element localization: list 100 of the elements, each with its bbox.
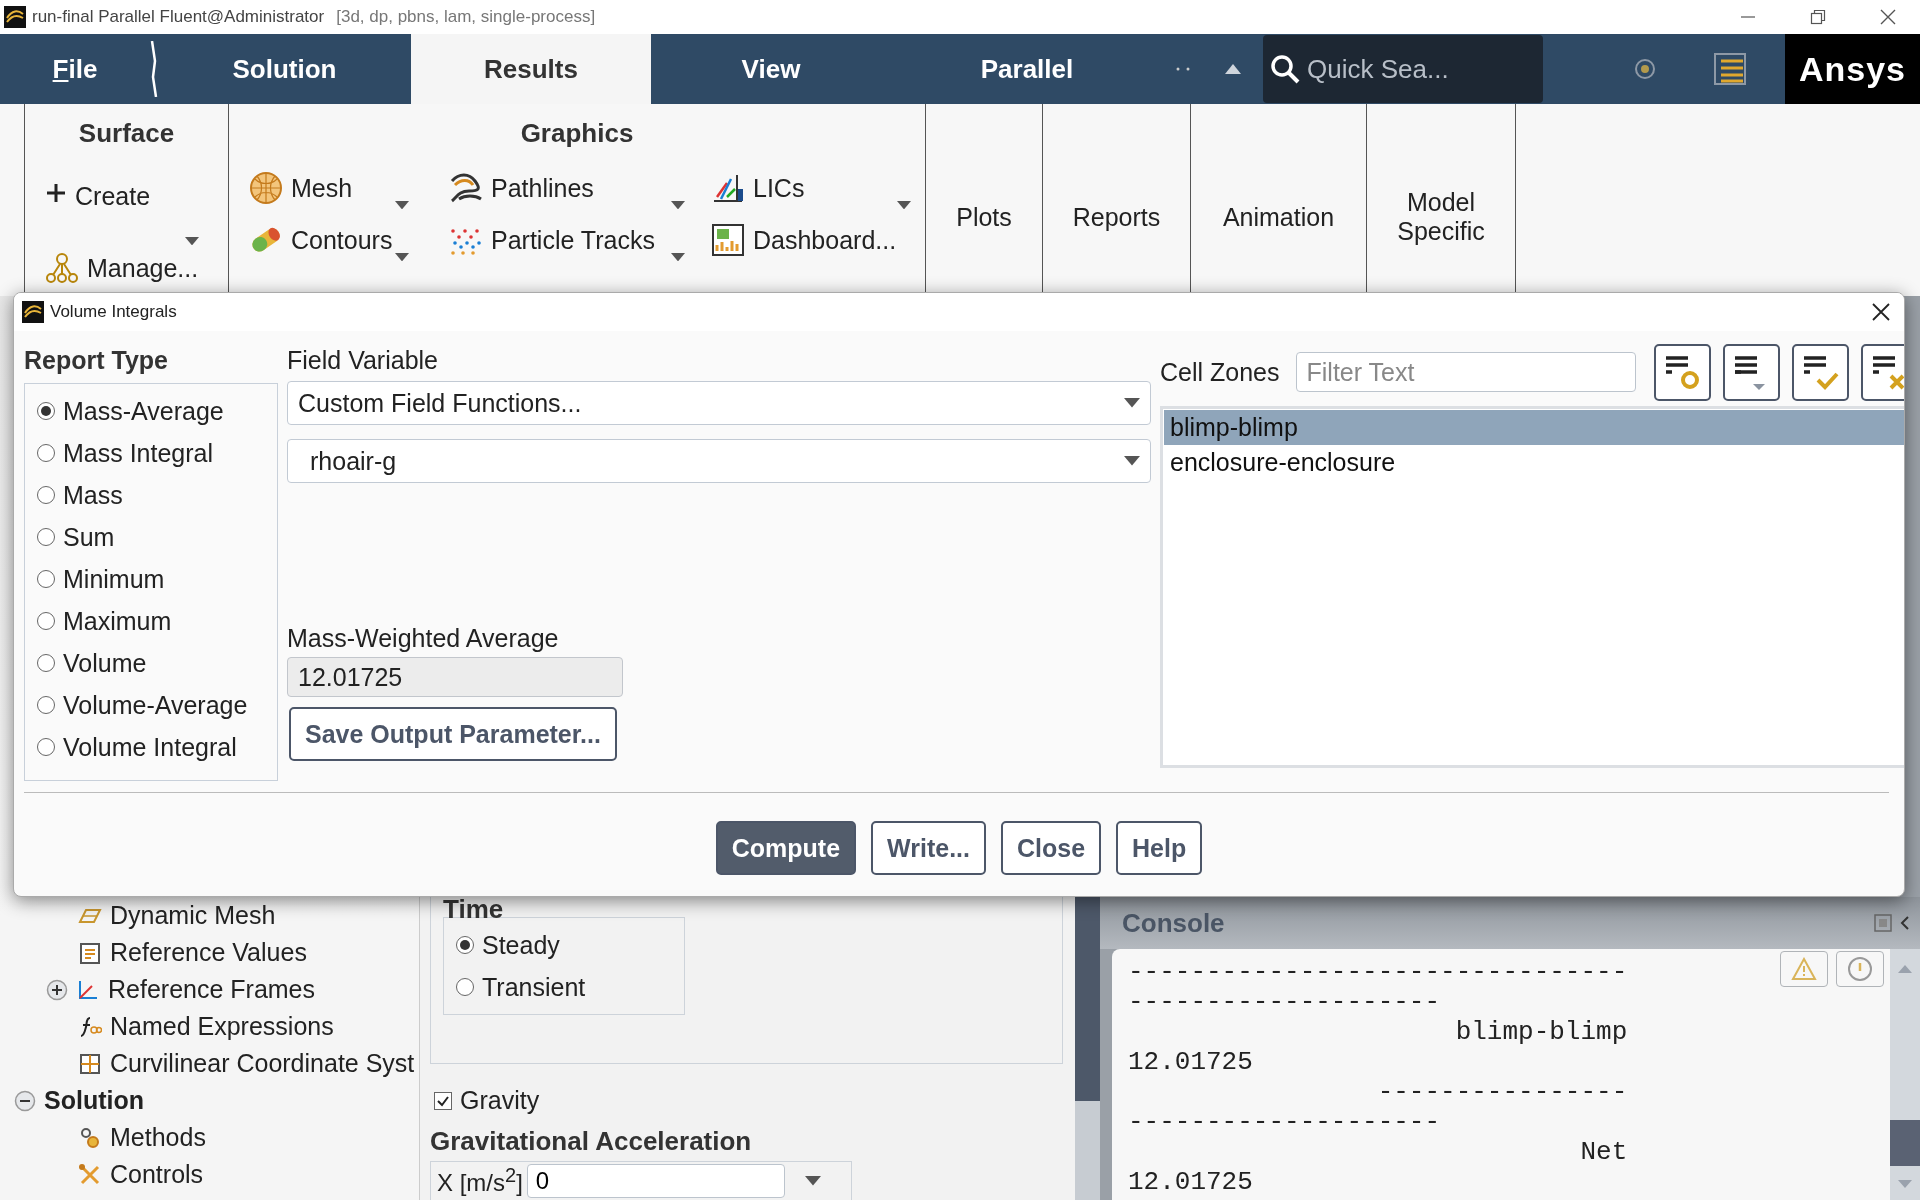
- caret-icon: [1124, 398, 1140, 408]
- collapse-icon[interactable]: [14, 1089, 36, 1112]
- ribbon-button[interactable]: Manage...: [25, 244, 228, 292]
- dialog-button[interactable]: Help: [1116, 821, 1203, 875]
- clipboard-icon: [78, 940, 102, 965]
- radio-icon[interactable]: [456, 978, 474, 996]
- tree-item[interactable]: Solution: [0, 1082, 419, 1119]
- search-icon: [1269, 53, 1301, 85]
- ribbon-tab[interactable]: File: [0, 34, 150, 104]
- tool-button[interactable]: [1653, 343, 1711, 401]
- streamlines-icon: [449, 171, 483, 205]
- ribbon-button[interactable]: Pathlines: [449, 162, 685, 214]
- ribbon-button[interactable]: Dashboard...: [711, 214, 911, 266]
- radio-option[interactable]: Mass: [37, 474, 265, 516]
- window-title: run-final Parallel Fluent@Administrator: [32, 7, 325, 27]
- list-item[interactable]: blimp-blimp: [1164, 410, 1904, 445]
- tree-item[interactable]: Methods: [0, 1119, 419, 1156]
- dialog-button[interactable]: Write...: [871, 821, 986, 875]
- radio-option[interactable]: Volume: [37, 642, 265, 684]
- tree-item[interactable]: Named Expressions: [0, 1008, 419, 1045]
- caret-icon: [804, 1176, 821, 1186]
- console-line: --------------------: [1128, 1107, 1441, 1137]
- checkbox-icon[interactable]: [434, 1091, 452, 1110]
- panel-title: Console: [1122, 907, 1225, 939]
- tool-button[interactable]: [1791, 343, 1849, 401]
- expand-icon[interactable]: [46, 978, 68, 1001]
- radio-option[interactable]: Volume-Average: [37, 684, 265, 726]
- radio-option[interactable]: Minimum: [37, 558, 265, 600]
- tool-button[interactable]: [1860, 343, 1904, 401]
- console-line: --------------------: [1128, 987, 1441, 1017]
- result-field[interactable]: 12.01725: [287, 657, 623, 697]
- console-line: 12.01725: [1128, 1047, 1253, 1077]
- tree-item[interactable]: Reference Frames: [0, 971, 419, 1008]
- dialog-button[interactable]: Close: [1000, 821, 1102, 875]
- gravity-checkbox[interactable]: Gravity: [430, 1078, 1063, 1124]
- gears-icon: [78, 1125, 102, 1150]
- separator-icon: [150, 41, 158, 97]
- field-label: Cell Zones: [1160, 356, 1280, 388]
- radio-option[interactable]: Steady: [456, 924, 672, 966]
- ribbon-button[interactable]: Contours: [249, 214, 409, 266]
- radio-icon[interactable]: [37, 738, 55, 756]
- radio-icon[interactable]: [37, 528, 55, 546]
- ribbon-button[interactable]: Mesh: [249, 162, 409, 214]
- group-title: Graphics: [519, 118, 635, 150]
- filter-field[interactable]: Filter Text: [1295, 352, 1636, 392]
- tree-item[interactable]: Dynamic Mesh: [0, 897, 419, 934]
- console-line: ----------------: [1376, 1077, 1628, 1107]
- plus-icon: [45, 182, 67, 204]
- tree-item[interactable]: Curvilinear Coordinate Syst: [0, 1045, 419, 1082]
- info-icon[interactable]: [1836, 951, 1884, 987]
- radio-icon[interactable]: [37, 486, 55, 504]
- field-label: Field Variable: [287, 344, 439, 376]
- grid-sphere-icon: [249, 171, 283, 205]
- radio-icon[interactable]: [37, 402, 55, 420]
- search-field[interactable]: Quick Sea...: [1263, 35, 1543, 103]
- tree-item[interactable]: Controls: [0, 1156, 419, 1193]
- list-item[interactable]: enclosure-enclosure: [1164, 445, 1904, 480]
- ribbon-tab[interactable]: Parallel: [891, 34, 1163, 104]
- ribbon-tab[interactable]: Solution: [158, 34, 411, 104]
- radio-option[interactable]: Mass-Average: [37, 390, 265, 432]
- close-icon[interactable]: [1872, 303, 1890, 321]
- caret-icon: [1124, 456, 1140, 466]
- section-label: Time: [443, 897, 505, 921]
- console-line: blimp-blimp: [1454, 1017, 1628, 1047]
- radio-icon[interactable]: [37, 654, 55, 672]
- radio-icon[interactable]: [456, 936, 474, 954]
- console-line: Net: [1579, 1137, 1628, 1167]
- ansys-logo: Ansys: [1785, 34, 1920, 104]
- window-subtitle: [3d, dp, pbns, lam, single-process]: [336, 7, 596, 27]
- radio-icon[interactable]: [37, 444, 55, 462]
- ribbon-tab[interactable]: View: [651, 34, 891, 104]
- ribbon-button[interactable]: Particle Tracks: [449, 214, 685, 266]
- input-field[interactable]: 0: [526, 1163, 785, 1198]
- radio-option[interactable]: Transient: [456, 966, 672, 1008]
- save-button[interactable]: Save Output Parameter...: [289, 707, 617, 761]
- tree-item[interactable]: Reference Values: [0, 934, 419, 971]
- scrollbar-thumb[interactable]: [1890, 1120, 1920, 1166]
- field-label: X [m/s$^{2}$]: [437, 1164, 523, 1198]
- function-icon: [78, 1014, 102, 1039]
- tools-icon: [78, 1162, 102, 1187]
- app-icon: [22, 301, 44, 323]
- field-label: Mass-Weighted Average: [287, 622, 560, 654]
- chevron-left-icon[interactable]: [1900, 915, 1910, 931]
- radio-option[interactable]: Volume Integral: [37, 726, 265, 768]
- category-dropdown[interactable]: Custom Field Functions...: [287, 381, 1151, 425]
- radio-icon[interactable]: [37, 696, 55, 714]
- variable-dropdown[interactable]: rhoair-g: [287, 439, 1151, 483]
- radio-icon[interactable]: [37, 570, 55, 588]
- ribbon-button[interactable]: LICs: [711, 162, 911, 214]
- console-line: --------------------------------: [1128, 957, 1628, 987]
- radio-option[interactable]: Maximum: [37, 600, 265, 642]
- console-line: 12.01725: [1128, 1167, 1253, 1197]
- radio-option[interactable]: Mass Integral: [37, 432, 265, 474]
- app-icon: [4, 6, 26, 28]
- radio-option[interactable]: Sum: [37, 516, 265, 558]
- ribbon-tab[interactable]: Results: [411, 34, 651, 104]
- tool-button[interactable]: [1722, 343, 1780, 401]
- dialog-button[interactable]: Compute: [715, 821, 857, 875]
- ribbon-button[interactable]: Create: [25, 158, 228, 244]
- radio-icon[interactable]: [37, 612, 55, 630]
